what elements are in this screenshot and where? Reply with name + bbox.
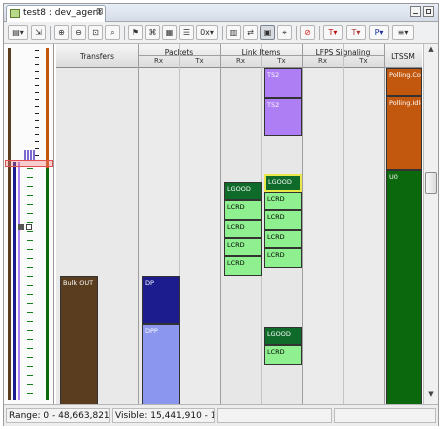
link-lgood-tx[interactable]: LGOOD bbox=[264, 327, 302, 345]
zoom-in-button[interactable]: ⊕ bbox=[54, 25, 69, 40]
link-lgood-rx[interactable]: LGOOD bbox=[224, 182, 262, 200]
overview-marker bbox=[26, 224, 32, 230]
link-lcrd-rx[interactable]: LCRD bbox=[224, 220, 262, 238]
close-icon[interactable]: ⊠ bbox=[96, 7, 104, 17]
column-separator bbox=[220, 44, 221, 404]
link-lcrd-tx[interactable]: LCRD bbox=[264, 345, 302, 365]
overview-link-bar bbox=[18, 162, 20, 400]
transfer-bulk-out[interactable]: Bulk OUT bbox=[60, 276, 98, 404]
trace-content: Transfers Packets Link Items LFPS Signal… bbox=[4, 44, 438, 404]
packet-dpp[interactable]: DPP bbox=[142, 324, 180, 404]
column-separator bbox=[384, 44, 385, 404]
overview-navigator[interactable] bbox=[5, 44, 54, 404]
zoom-range-button[interactable]: ⌕ bbox=[105, 25, 120, 40]
overview-u0-bar bbox=[46, 168, 49, 400]
ltssm-polling-config[interactable]: Polling.Con… bbox=[386, 68, 422, 96]
lfps-tx-header: Tx bbox=[359, 57, 368, 65]
scrollbar-thumb[interactable] bbox=[425, 172, 437, 194]
column-separator bbox=[343, 44, 344, 404]
zoom-fit-button[interactable]: ⊡ bbox=[88, 25, 103, 40]
pin-button[interactable]: ⇲ bbox=[31, 25, 46, 40]
maximize-icon[interactable] bbox=[423, 6, 434, 17]
layout-menu-button[interactable]: ▤▾ bbox=[8, 25, 28, 40]
hierarchy-button[interactable]: ⌘ bbox=[145, 25, 160, 40]
column-separator bbox=[138, 44, 139, 404]
packets-tx-header: Tx bbox=[195, 57, 204, 65]
packet-dp[interactable]: DP bbox=[142, 276, 180, 324]
filter-button[interactable]: ▦ bbox=[162, 25, 177, 40]
trigger-menu-button[interactable]: T▾ bbox=[323, 25, 343, 40]
trace-file-icon bbox=[10, 9, 20, 18]
ltssm-header[interactable]: LTSSM bbox=[384, 52, 422, 62]
overview-tick-marks bbox=[27, 168, 33, 396]
swap-view-button[interactable]: ⇄ bbox=[243, 25, 258, 40]
link-lgood-tx-selected[interactable]: LGOOD bbox=[264, 174, 302, 192]
color-view-button[interactable]: ▥ bbox=[226, 25, 241, 40]
status-bar: Range: 0 - 48,663,821 Visible: 15,441,91… bbox=[4, 404, 438, 426]
column-separator bbox=[302, 44, 303, 404]
vertical-scrollbar[interactable]: ▲ ▼ bbox=[423, 44, 438, 404]
overview-marker bbox=[18, 224, 24, 230]
scroll-down-icon[interactable]: ▼ bbox=[425, 390, 437, 402]
status-field bbox=[334, 408, 436, 423]
link-lcrd-tx[interactable]: LCRD bbox=[264, 210, 302, 230]
link-lcrd-rx[interactable]: LCRD bbox=[224, 238, 262, 256]
scroll-up-icon[interactable]: ▲ bbox=[425, 45, 437, 57]
overview-activity-marker bbox=[24, 150, 36, 160]
zoom-out-button[interactable]: ⊖ bbox=[71, 25, 86, 40]
toolbar-separator bbox=[124, 26, 125, 40]
link-lcrd-tx[interactable]: LCRD bbox=[264, 230, 302, 248]
trace-view-window: test8 : dev_agent ⊠ ▤▾ ⇲ ⊕ ⊖ ⊡ ⌕ ⚑ ⌘ ▦ ☰… bbox=[3, 3, 439, 426]
group-button[interactable]: ⚑ bbox=[128, 25, 143, 40]
ltssm-u0[interactable]: U0 bbox=[386, 170, 422, 404]
link-tx-header: Tx bbox=[277, 57, 286, 65]
editor-tab[interactable]: test8 : dev_agent ⊠ bbox=[6, 5, 106, 22]
link-lcrd-rx[interactable]: LCRD bbox=[224, 256, 262, 276]
range-status: Range: 0 - 48,663,821 bbox=[6, 408, 110, 423]
overview-packet-bar bbox=[13, 162, 16, 400]
misc-menu-button[interactable]: ≡▾ bbox=[392, 25, 414, 40]
overview-transfer-bar bbox=[8, 48, 11, 400]
status-field bbox=[217, 408, 332, 423]
link-ts2[interactable]: TS2 bbox=[264, 68, 302, 98]
editor-tab-label: test8 : dev_agent bbox=[23, 8, 102, 18]
overview-ltssm-bar bbox=[46, 48, 49, 168]
toolbar-separator bbox=[222, 26, 223, 40]
toolbar-separator bbox=[296, 26, 297, 40]
ltssm-polling-idle[interactable]: Polling.Idle bbox=[386, 96, 422, 170]
minimize-icon[interactable] bbox=[410, 6, 421, 17]
view-toolbar: ▤▾ ⇲ ⊕ ⊖ ⊡ ⌕ ⚑ ⌘ ▦ ☰ 0x▾ ▥ ⇄ ▣ ⌖ ⊘ T▾ T▾… bbox=[4, 22, 438, 44]
find-button[interactable]: ⌖ bbox=[277, 25, 292, 40]
overview-tick-marks bbox=[35, 50, 39, 156]
overview-visible-window[interactable] bbox=[5, 160, 53, 167]
toolbar-separator bbox=[50, 26, 51, 40]
lfps-rx-header: Rx bbox=[317, 57, 327, 65]
stop-button[interactable]: ⊘ bbox=[300, 25, 315, 40]
link-ts2[interactable]: TS2 bbox=[264, 98, 302, 136]
link-lcrd-tx[interactable]: LCRD bbox=[264, 192, 302, 210]
link-lcrd-tx[interactable]: LCRD bbox=[264, 248, 302, 268]
toolbar-separator bbox=[319, 26, 320, 40]
bookmark-view-button[interactable]: ▣ bbox=[260, 25, 275, 40]
transfers-header[interactable]: Transfers bbox=[56, 52, 138, 62]
editor-tab-bar: test8 : dev_agent ⊠ bbox=[4, 4, 438, 22]
packets-rx-header: Rx bbox=[153, 57, 163, 65]
timescale-menu-button[interactable]: 0x▾ bbox=[196, 25, 218, 40]
text-menu-button[interactable]: T▾ bbox=[346, 25, 366, 40]
packet-menu-button[interactable]: P▾ bbox=[369, 25, 389, 40]
list-button[interactable]: ☰ bbox=[179, 25, 194, 40]
visible-status: Visible: 15,441,910 - 15 bbox=[112, 408, 215, 423]
link-lcrd-rx[interactable]: LCRD bbox=[224, 200, 262, 220]
trace-grid[interactable]: Transfers Packets Link Items LFPS Signal… bbox=[56, 44, 422, 404]
link-rx-header: Rx bbox=[235, 57, 245, 65]
